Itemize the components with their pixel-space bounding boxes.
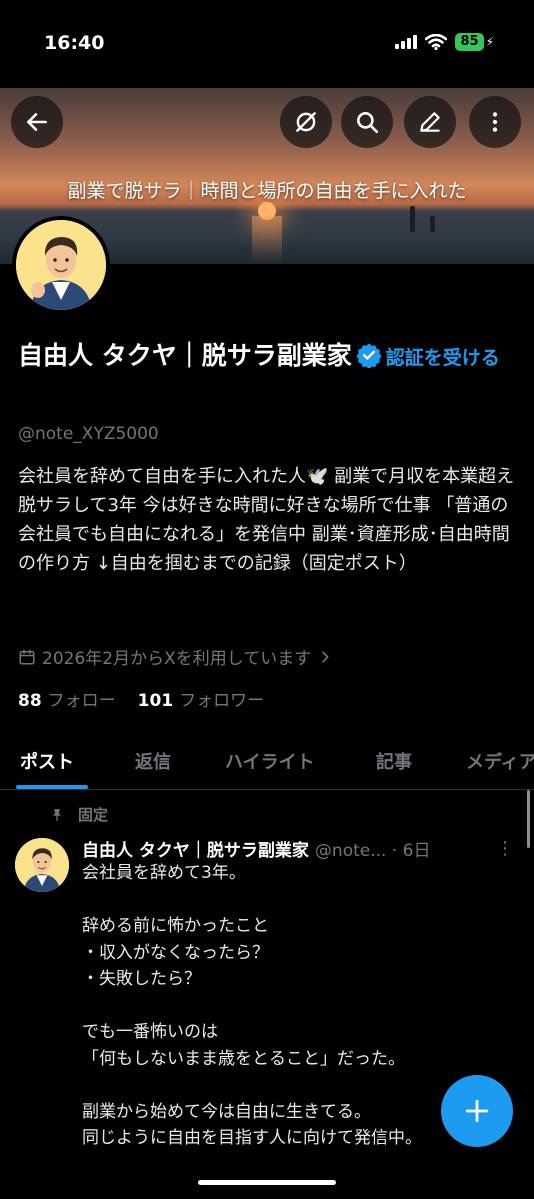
banner-text: 副業で脱サラ｜時間と場所の自由を手に入れた (67, 180, 467, 202)
tweet-author[interactable]: 自由人 タクヤ｜脱サラ副業家 (82, 836, 309, 861)
tab-highlights[interactable]: ハイライト (225, 748, 315, 774)
followers-label: フォロワー (179, 691, 265, 711)
profile-name-line: 自由人 タクヤ｜脱サラ副業家 認証を受ける (18, 338, 518, 376)
search-icon (357, 112, 379, 134)
status-bar: 16:40 85 ⚡ (0, 0, 534, 88)
avatar-illustration (16, 220, 106, 310)
tab-articles[interactable]: 記事 (376, 748, 412, 774)
home-indicator[interactable] (198, 1180, 336, 1185)
banner-figure (430, 216, 435, 232)
tab-replies[interactable]: 返信 (135, 748, 171, 774)
calendar-icon (19, 649, 35, 664)
verify-link[interactable]: 認証を受ける (386, 347, 500, 369)
charging-bolt-icon: ⚡ (485, 35, 494, 49)
battery-indicator: 85 (455, 33, 484, 51)
search-button[interactable] (341, 96, 393, 148)
cellular-signal-icon (395, 35, 418, 49)
joined-date[interactable]: 2026年2月からXを利用しています (18, 644, 333, 669)
follow-stats: 88 フォロー 101 フォロワー (18, 686, 264, 711)
grok-button[interactable] (280, 96, 332, 148)
tweet-avatar[interactable] (15, 838, 69, 892)
profile-tabs: ポスト 返信 ハイライト 記事 メディア (0, 742, 534, 790)
following-label: フォロー (47, 691, 116, 711)
verified-icon (356, 343, 382, 368)
profile-handle: @note_XYZ5000 (18, 424, 159, 444)
plus-icon (465, 1099, 489, 1123)
edit-button[interactable] (404, 96, 456, 148)
edit-icon (420, 112, 440, 132)
followers-link[interactable]: 101 フォロワー (138, 686, 265, 711)
more-icon (492, 112, 498, 132)
tweet-handle-time: @note... · 6日 (314, 841, 431, 861)
chevron-right-icon (322, 651, 329, 662)
status-icons: 85 ⚡ (395, 33, 494, 51)
wifi-icon (425, 34, 448, 50)
tab-media[interactable]: メディア (466, 748, 534, 774)
following-count: 88 (18, 691, 42, 711)
back-arrow-icon (27, 113, 47, 131)
compose-button[interactable] (441, 1075, 513, 1147)
followers-count: 101 (137, 691, 174, 711)
tweet-more-icon[interactable]: ⋮ (496, 838, 514, 859)
joined-text: 2026年2月からXを利用しています (42, 649, 312, 669)
pinned-text: 固定 (78, 806, 109, 824)
banner-figure (410, 206, 415, 232)
tweet-header: 自由人 タクヤ｜脱サラ副業家 @note... · 6日 (82, 836, 512, 861)
scrollbar[interactable] (527, 790, 530, 848)
grok-icon (296, 112, 316, 132)
following-link[interactable]: 88 フォロー (18, 686, 116, 711)
more-button[interactable] (469, 96, 521, 148)
banner-sun-reflection (252, 216, 282, 264)
profile-avatar[interactable] (12, 216, 110, 314)
tab-posts[interactable]: ポスト (20, 748, 74, 774)
status-time: 16:40 (44, 32, 105, 54)
pin-icon (52, 808, 62, 821)
profile-bio: 会社員を辞めて自由を手に入れた人🕊️ 副業で月収を本業超え 脱サラして3年 今は… (18, 466, 515, 574)
profile-name: 自由人 タクヤ｜脱サラ副業家 (18, 341, 352, 370)
back-button[interactable] (11, 96, 63, 148)
pinned-label: 固定 (50, 804, 108, 825)
active-tab-indicator (16, 785, 88, 789)
